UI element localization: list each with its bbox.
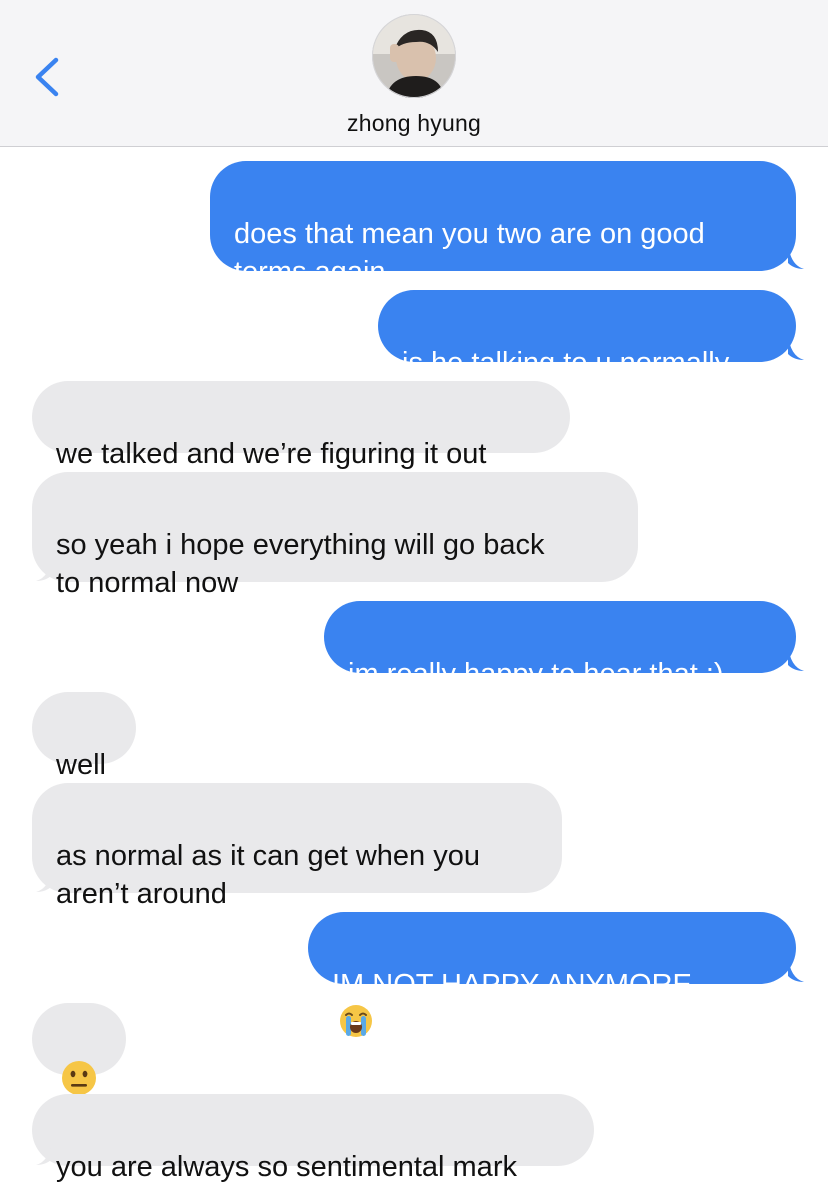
chevron-left-icon <box>35 57 59 97</box>
bubble-tail <box>788 956 804 982</box>
loudly-crying-face-icon <box>340 1005 372 1038</box>
message-bubble-received[interactable]: well <box>32 692 136 781</box>
message-text: well <box>56 749 106 781</box>
contact-name[interactable]: zhong hyung <box>0 110 828 137</box>
neutral-face-icon <box>62 1060 96 1095</box>
bubble-tail <box>36 1139 52 1165</box>
message-bubble-sent[interactable]: does that mean you two are on good terms… <box>210 161 796 288</box>
conversation-header: zhong hyung <box>0 0 828 147</box>
message-text: you are always so sentimental mark <box>56 1151 517 1183</box>
message-text: is he talking to u normally <box>402 347 730 379</box>
message-bubble-received[interactable] <box>32 1003 126 1095</box>
message-bubble-received[interactable]: we talked and we’re figuring it out <box>32 381 570 470</box>
message-bubble-received[interactable]: as normal as it can get when you aren’t … <box>32 783 562 910</box>
bubble-tail <box>788 645 804 671</box>
message-bubble-received[interactable]: so yeah i hope everything will go back t… <box>32 472 638 599</box>
message-text: im really happy to hear that :) <box>348 658 724 690</box>
message-text: we talked and we’re figuring it out <box>56 438 487 470</box>
bubble-tail <box>36 866 52 892</box>
message-text: as normal as it can get when you aren’t … <box>56 840 480 910</box>
message-text: IM NOT HAPPY ANYMORE <box>332 969 692 1001</box>
bubble-tail <box>788 243 804 269</box>
message-bubble-sent[interactable]: is he talking to u normally <box>378 290 796 379</box>
avatar[interactable] <box>372 14 456 98</box>
message-bubble-received[interactable]: you are always so sentimental mark <box>32 1094 594 1183</box>
back-button[interactable] <box>28 52 68 102</box>
bubble-tail <box>36 555 52 581</box>
message-text: so yeah i hope everything will go back t… <box>56 529 545 599</box>
contact-avatar-photo <box>372 14 456 98</box>
message-text: does that mean you two are on good terms… <box>234 218 705 288</box>
message-bubble-sent[interactable]: IM NOT HAPPY ANYMORE <box>308 912 796 1038</box>
message-bubble-sent[interactable]: im really happy to hear that :) <box>324 601 796 690</box>
bubble-tail <box>788 334 804 360</box>
